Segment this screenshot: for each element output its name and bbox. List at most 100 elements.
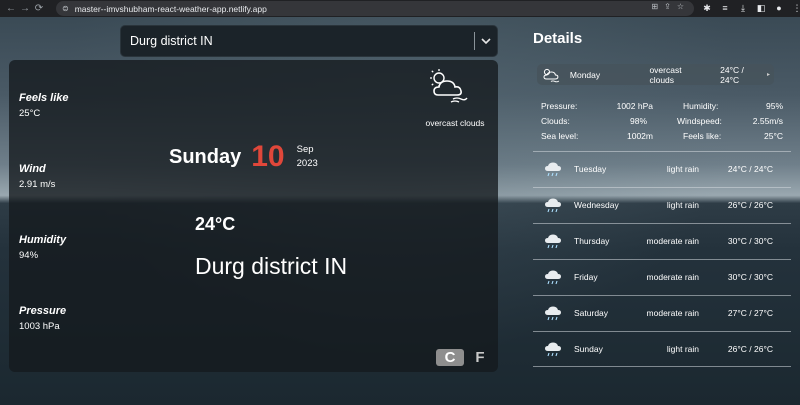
forward-icon[interactable]: →	[18, 2, 32, 16]
side-panel-icon[interactable]: ◧	[754, 1, 768, 15]
city-search-input[interactable]	[121, 34, 474, 48]
day-number: 10	[251, 140, 285, 173]
stat-label: Feels like	[19, 92, 69, 104]
forecast-row-thursday[interactable]: Thursday moderate rain 30°C / 30°C	[533, 223, 791, 258]
forecast-row-sunday[interactable]: Sunday light rain 26°C / 26°C	[533, 331, 791, 366]
extensions-bar: ✱ ≡ ⤓ ◧ ● ⋮	[700, 1, 800, 15]
overcast-clouds-icon	[429, 68, 469, 104]
site-info-icon[interactable]: ⊜	[62, 4, 69, 13]
forecast-temp: 26°C / 26°C	[727, 200, 773, 210]
feels-like-stat: Feels like 25°C	[19, 92, 69, 119]
metric-value: 2.55m/s	[752, 115, 783, 126]
metric-label: Sea level:	[541, 130, 579, 141]
forecast-day: Monday	[569, 69, 601, 80]
url-text: master--imvshubham-react-weather-app.net…	[74, 3, 267, 14]
forecast-day: Wednesday	[574, 200, 619, 210]
today-forecast-row[interactable]: Monday overcast clouds 24°C / 24°C ▸	[537, 64, 774, 85]
current-temperature: 24°C	[195, 214, 236, 234]
browser-toolbar: ← → ⟳ ⊜ master--imvshubham-react-weather…	[0, 0, 800, 17]
pressure-stat: Pressure 1003 hPa	[19, 305, 66, 332]
fahrenheit-toggle[interactable]: F	[473, 349, 487, 366]
browser-nav: ← → ⟳	[0, 2, 52, 16]
profile-icon[interactable]: ●	[772, 1, 786, 15]
forecast-row-friday[interactable]: Friday moderate rain 30°C / 30°C	[533, 259, 791, 294]
celsius-toggle[interactable]: C	[436, 349, 464, 366]
forecast-temp: 30°C / 30°C	[727, 272, 773, 282]
date-display: Sunday 10 Sep 2023	[169, 140, 318, 174]
rain-cloud-icon	[545, 234, 561, 249]
share-icon[interactable]: ⇪	[664, 2, 671, 11]
forecast-condition: moderate rain	[646, 308, 699, 318]
metric-label: Clouds:	[541, 115, 570, 126]
rain-cloud-icon	[545, 162, 561, 177]
stat-label: Pressure	[19, 305, 67, 317]
forecast-day: Thursday	[574, 236, 610, 246]
metric-value: 98%	[630, 115, 648, 126]
reload-icon[interactable]: ⟳	[32, 2, 46, 16]
back-icon[interactable]: ←	[4, 2, 18, 16]
metric-row: Clouds: 98% Windspeed: 2.55m/s	[541, 113, 783, 128]
metric-label: Feels like:	[683, 130, 722, 141]
rain-cloud-icon	[545, 306, 561, 321]
forecast-row-saturday[interactable]: Saturday moderate rain 27°C / 27°C	[533, 295, 791, 330]
forecast-temp: 27°C / 27°C	[727, 308, 773, 318]
details-title: Details	[533, 30, 583, 47]
forecast-day: Sunday	[574, 344, 603, 354]
metric-label: Humidity:	[683, 100, 719, 111]
year: 2023	[296, 158, 318, 169]
bookmark-star-icon[interactable]: ☆	[677, 2, 684, 11]
stat-value: 2.91 m/s	[19, 179, 56, 190]
chevron-down-icon[interactable]	[475, 37, 497, 45]
forecast-temp: 24°C / 24°C	[720, 64, 744, 85]
forecast-temp: 26°C / 26°C	[727, 344, 773, 354]
forecast-condition: overcast clouds	[649, 64, 682, 85]
forecast-condition: light rain	[666, 164, 699, 174]
month: Sep	[296, 144, 314, 155]
forecast-condition: moderate rain	[646, 236, 699, 246]
metric-value: 1002 hPa	[616, 100, 653, 111]
day-name: Sunday	[169, 145, 242, 168]
forecast-condition: light rain	[666, 200, 699, 210]
chevron-right-icon: ▸	[766, 72, 770, 78]
forecast-list-divider	[533, 366, 791, 367]
menu-icon[interactable]: ⋮	[790, 1, 800, 15]
forecast-row-tuesday[interactable]: Tuesday light rain 24°C / 24°C	[533, 151, 791, 186]
humidity-stat: Humidity 94%	[19, 234, 66, 261]
city-search-select[interactable]	[120, 25, 498, 57]
forecast-temp: 24°C / 24°C	[727, 164, 773, 174]
rain-cloud-icon	[545, 270, 561, 285]
metric-label: Windspeed:	[677, 115, 722, 126]
forecast-temp: 30°C / 30°C	[727, 236, 773, 246]
metric-value: 25°C	[764, 130, 783, 141]
city-name: Durg district IN	[195, 253, 348, 279]
forecast-condition: moderate rain	[646, 272, 699, 282]
forecast-row-wednesday[interactable]: Wednesday light rain 26°C / 26°C	[533, 187, 791, 222]
rain-cloud-icon	[545, 342, 561, 357]
stat-value: 25°C	[19, 108, 41, 119]
stat-label: Wind	[19, 163, 46, 175]
download-icon[interactable]: ⤓	[736, 1, 750, 15]
reading-list-icon[interactable]: ≡	[718, 1, 732, 15]
stat-label: Humidity	[19, 234, 67, 246]
metric-value: 1002m	[627, 130, 653, 141]
forecast-condition: light rain	[666, 344, 699, 354]
forecast-day: Friday	[574, 272, 598, 282]
address-bar[interactable]: ⊜ master--imvshubham-react-weather-app.n…	[56, 1, 694, 16]
forecast-day: Tuesday	[574, 164, 607, 174]
metric-row: Sea level: 1002m Feels like: 25°C	[541, 128, 783, 143]
metric-row: Pressure: 1002 hPa Humidity: 95%	[541, 98, 783, 113]
stat-value: 1003 hPa	[19, 321, 60, 332]
forecast-day: Saturday	[574, 308, 609, 318]
stat-value: 94%	[19, 250, 39, 261]
condition-text: overcast clouds	[425, 118, 485, 128]
current-weather-card: Feels like 25°C Wind 2.91 m/s Humidity 9…	[9, 60, 498, 372]
month-year: Sep 2023	[297, 143, 318, 171]
overcast-clouds-icon	[543, 68, 560, 82]
install-app-icon[interactable]: ⊞	[651, 2, 658, 11]
rain-cloud-icon	[545, 198, 561, 213]
metric-value: 95%	[765, 100, 783, 111]
today-metrics-grid: Pressure: 1002 hPa Humidity: 95% Clouds:…	[541, 98, 783, 143]
metric-label: Pressure:	[541, 100, 578, 111]
extensions-icon[interactable]: ✱	[700, 1, 714, 15]
wind-stat: Wind 2.91 m/s	[19, 163, 55, 190]
